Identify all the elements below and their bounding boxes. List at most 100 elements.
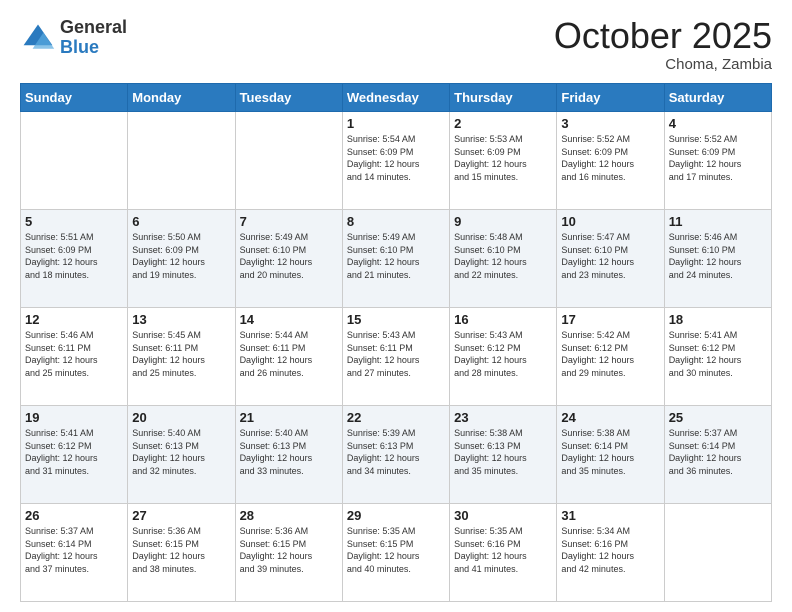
day-number: 9 xyxy=(454,214,552,229)
day-number: 31 xyxy=(561,508,659,523)
table-row: 22Sunrise: 5:39 AM Sunset: 6:13 PM Dayli… xyxy=(342,406,449,504)
table-row: 5 Sunrise: 5:51 AM Sunset: 6:09 PM Daylig… xyxy=(21,210,128,308)
day-number: 5 xyxy=(25,214,123,229)
table-row: 30 Sunrise: 5:35 AM Sunset: 6:16 PM Dayli… xyxy=(450,504,557,602)
logo: General Blue xyxy=(20,18,127,58)
day-number: 8 xyxy=(347,214,445,229)
table-row: 25 Sunrise: 5:37 AM Sunset: 6:14 PM Dayli… xyxy=(664,406,771,504)
day-info: Sunrise: 5:34 AM Sunset: 6:16 PM Dayligh… xyxy=(561,525,659,575)
day-number: 2 xyxy=(454,116,552,131)
table-row: 6 Sunrise: 5:50 AM Sunset: 6:09 PM Daylig… xyxy=(128,210,235,308)
calendar-table: Sunday Monday Tuesday Wednesday Thursday… xyxy=(20,83,772,602)
table-row: 21Sunrise: 5:40 AM Sunset: 6:13 PM Dayli… xyxy=(235,406,342,504)
day-info: Sunrise: 5:51 AM Sunset: 6:09 PM Dayligh… xyxy=(25,231,123,281)
title-block: October 2025 Choma, Zambia xyxy=(554,18,772,73)
day-number: 28 xyxy=(240,508,338,523)
day-number: 1 xyxy=(347,116,445,131)
table-row: 8 Sunrise: 5:49 AM Sunset: 6:10 PM Daylig… xyxy=(342,210,449,308)
day-number: 10 xyxy=(561,214,659,229)
header: General Blue October 2025 Choma, Zambia xyxy=(20,18,772,73)
logo-text: General Blue xyxy=(60,18,127,58)
day-number: 6 xyxy=(132,214,230,229)
week-row-4: 19Sunrise: 5:41 AM Sunset: 6:12 PM Dayli… xyxy=(21,406,772,504)
table-row: 2Sunrise: 5:53 AM Sunset: 6:09 PM Daylig… xyxy=(450,112,557,210)
table-row: 10 Sunrise: 5:47 AM Sunset: 6:10 PM Dayli… xyxy=(557,210,664,308)
day-number: 24 xyxy=(561,410,659,425)
day-info: Sunrise: 5:35 AM Sunset: 6:15 PM Dayligh… xyxy=(347,525,445,575)
day-number: 7 xyxy=(240,214,338,229)
day-info: Sunrise: 5:36 AM Sunset: 6:15 PM Dayligh… xyxy=(132,525,230,575)
day-info: Sunrise: 5:39 AM Sunset: 6:13 PM Dayligh… xyxy=(347,427,445,477)
table-row xyxy=(235,112,342,210)
table-row: 9 Sunrise: 5:48 AM Sunset: 6:10 PM Daylig… xyxy=(450,210,557,308)
day-info: Sunrise: 5:48 AM Sunset: 6:10 PM Dayligh… xyxy=(454,231,552,281)
day-number: 15 xyxy=(347,312,445,327)
day-info: Sunrise: 5:43 AM Sunset: 6:12 PM Dayligh… xyxy=(454,329,552,379)
day-info: Sunrise: 5:52 AM Sunset: 6:09 PM Dayligh… xyxy=(669,133,767,183)
table-row xyxy=(128,112,235,210)
day-number: 3 xyxy=(561,116,659,131)
page: General Blue October 2025 Choma, Zambia … xyxy=(0,0,792,612)
day-number: 21 xyxy=(240,410,338,425)
col-sunday: Sunday xyxy=(21,84,128,112)
col-wednesday: Wednesday xyxy=(342,84,449,112)
week-row-5: 26 Sunrise: 5:37 AM Sunset: 6:14 PM Dayli… xyxy=(21,504,772,602)
day-info: Sunrise: 5:52 AM Sunset: 6:09 PM Dayligh… xyxy=(561,133,659,183)
table-row: 16 Sunrise: 5:43 AM Sunset: 6:12 PM Dayli… xyxy=(450,308,557,406)
day-number: 14 xyxy=(240,312,338,327)
table-row: 13 Sunrise: 5:45 AM Sunset: 6:11 PM Dayli… xyxy=(128,308,235,406)
day-number: 20 xyxy=(132,410,230,425)
day-number: 25 xyxy=(669,410,767,425)
table-row: 4 Sunrise: 5:52 AM Sunset: 6:09 PM Daylig… xyxy=(664,112,771,210)
table-row: 23Sunrise: 5:38 AM Sunset: 6:13 PM Dayli… xyxy=(450,406,557,504)
logo-general-text: General xyxy=(60,18,127,38)
day-number: 18 xyxy=(669,312,767,327)
day-number: 17 xyxy=(561,312,659,327)
day-info: Sunrise: 5:50 AM Sunset: 6:09 PM Dayligh… xyxy=(132,231,230,281)
col-tuesday: Tuesday xyxy=(235,84,342,112)
day-info: Sunrise: 5:37 AM Sunset: 6:14 PM Dayligh… xyxy=(669,427,767,477)
day-info: Sunrise: 5:41 AM Sunset: 6:12 PM Dayligh… xyxy=(669,329,767,379)
day-number: 4 xyxy=(669,116,767,131)
day-number: 13 xyxy=(132,312,230,327)
day-info: Sunrise: 5:45 AM Sunset: 6:11 PM Dayligh… xyxy=(132,329,230,379)
week-row-2: 5 Sunrise: 5:51 AM Sunset: 6:09 PM Daylig… xyxy=(21,210,772,308)
table-row: 26 Sunrise: 5:37 AM Sunset: 6:14 PM Dayli… xyxy=(21,504,128,602)
day-info: Sunrise: 5:47 AM Sunset: 6:10 PM Dayligh… xyxy=(561,231,659,281)
day-info: Sunrise: 5:49 AM Sunset: 6:10 PM Dayligh… xyxy=(347,231,445,281)
day-number: 26 xyxy=(25,508,123,523)
table-row: 12 Sunrise: 5:46 AM Sunset: 6:11 PM Dayli… xyxy=(21,308,128,406)
location: Choma, Zambia xyxy=(554,56,772,73)
day-number: 29 xyxy=(347,508,445,523)
day-info: Sunrise: 5:36 AM Sunset: 6:15 PM Dayligh… xyxy=(240,525,338,575)
day-info: Sunrise: 5:38 AM Sunset: 6:13 PM Dayligh… xyxy=(454,427,552,477)
day-info: Sunrise: 5:40 AM Sunset: 6:13 PM Dayligh… xyxy=(132,427,230,477)
table-row: 28 Sunrise: 5:36 AM Sunset: 6:15 PM Dayli… xyxy=(235,504,342,602)
table-row: 27Sunrise: 5:36 AM Sunset: 6:15 PM Dayli… xyxy=(128,504,235,602)
day-info: Sunrise: 5:37 AM Sunset: 6:14 PM Dayligh… xyxy=(25,525,123,575)
table-row: 15Sunrise: 5:43 AM Sunset: 6:11 PM Dayli… xyxy=(342,308,449,406)
week-row-1: 1 Sunrise: 5:54 AM Sunset: 6:09 PM Daylig… xyxy=(21,112,772,210)
logo-icon xyxy=(20,20,56,56)
day-info: Sunrise: 5:46 AM Sunset: 6:11 PM Dayligh… xyxy=(25,329,123,379)
day-info: Sunrise: 5:35 AM Sunset: 6:16 PM Dayligh… xyxy=(454,525,552,575)
table-row: 3 Sunrise: 5:52 AM Sunset: 6:09 PM Daylig… xyxy=(557,112,664,210)
day-number: 11 xyxy=(669,214,767,229)
day-info: Sunrise: 5:41 AM Sunset: 6:12 PM Dayligh… xyxy=(25,427,123,477)
col-thursday: Thursday xyxy=(450,84,557,112)
table-row: 11 Sunrise: 5:46 AM Sunset: 6:10 PM Dayli… xyxy=(664,210,771,308)
month-title: October 2025 xyxy=(554,18,772,54)
day-info: Sunrise: 5:46 AM Sunset: 6:10 PM Dayligh… xyxy=(669,231,767,281)
table-row: 18 Sunrise: 5:41 AM Sunset: 6:12 PM Dayli… xyxy=(664,308,771,406)
day-info: Sunrise: 5:38 AM Sunset: 6:14 PM Dayligh… xyxy=(561,427,659,477)
table-row xyxy=(21,112,128,210)
day-number: 30 xyxy=(454,508,552,523)
table-row: 31 Sunrise: 5:34 AM Sunset: 6:16 PM Dayli… xyxy=(557,504,664,602)
logo-blue-text: Blue xyxy=(60,38,127,58)
table-row: 29 Sunrise: 5:35 AM Sunset: 6:15 PM Dayli… xyxy=(342,504,449,602)
col-monday: Monday xyxy=(128,84,235,112)
day-info: Sunrise: 5:42 AM Sunset: 6:12 PM Dayligh… xyxy=(561,329,659,379)
day-number: 16 xyxy=(454,312,552,327)
day-info: Sunrise: 5:54 AM Sunset: 6:09 PM Dayligh… xyxy=(347,133,445,183)
day-number: 12 xyxy=(25,312,123,327)
